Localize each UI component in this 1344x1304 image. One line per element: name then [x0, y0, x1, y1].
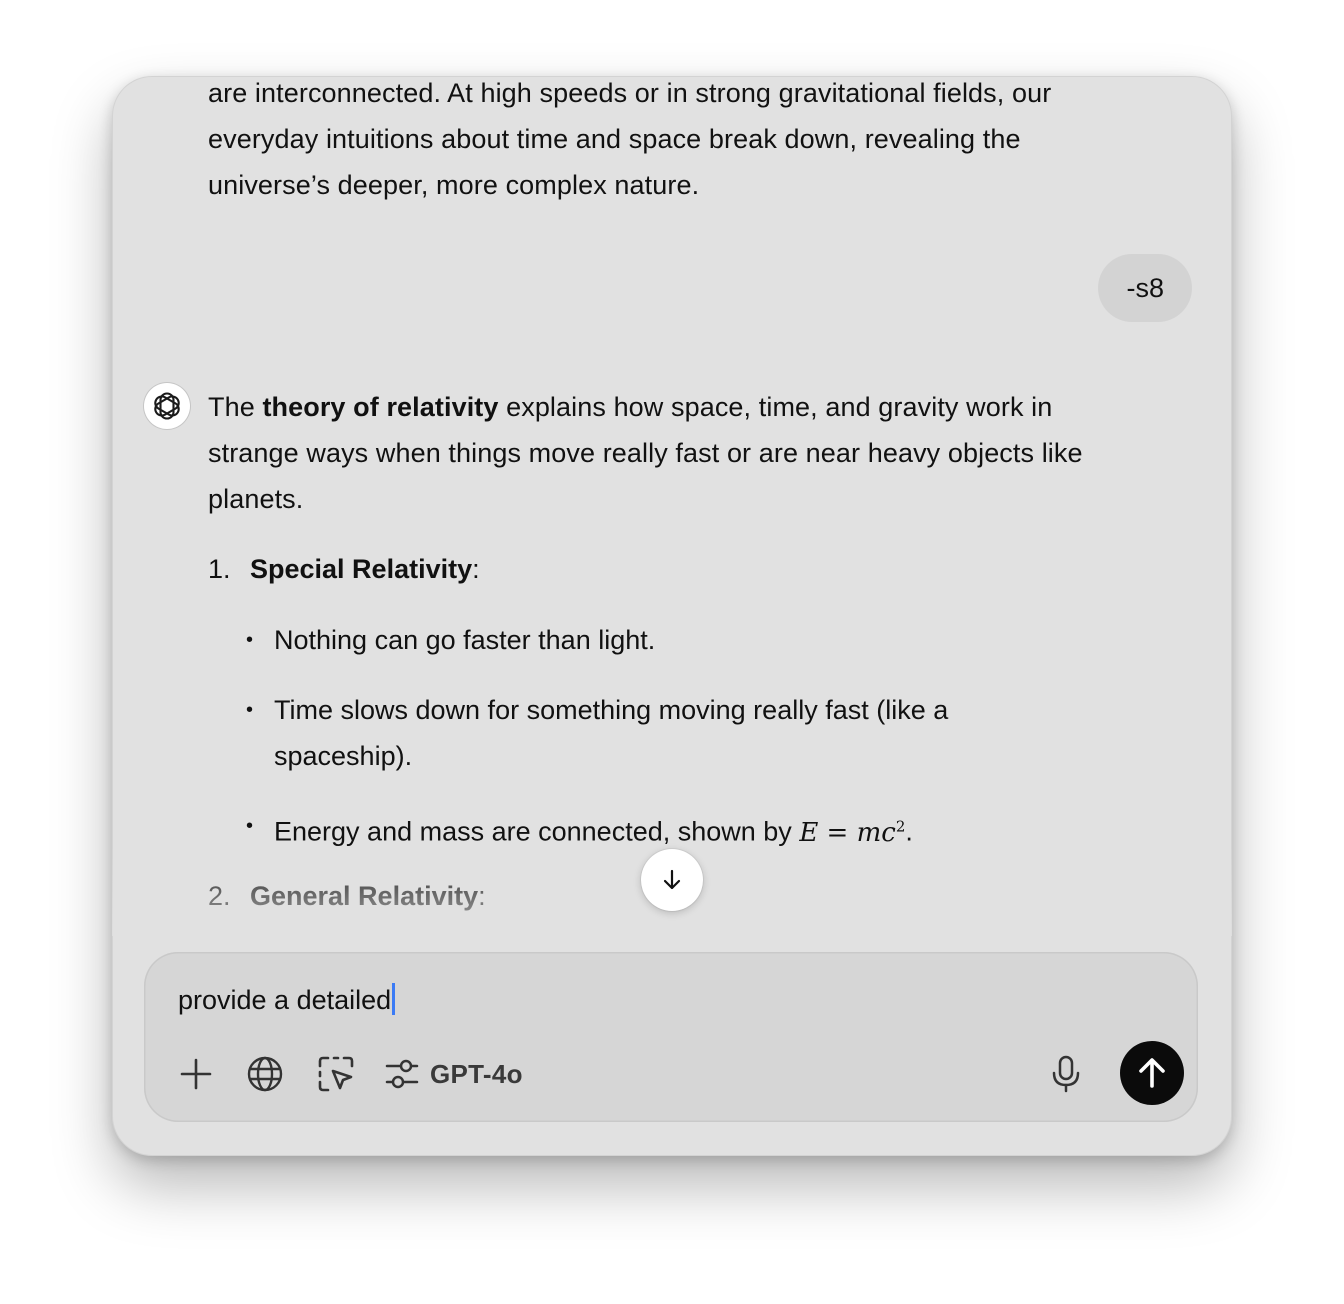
formula-exponent: 2: [895, 817, 906, 835]
chat-window: are interconnected. At high speeds or in…: [112, 76, 1232, 1156]
bullet-item: • Nothing can go faster than light.: [246, 617, 1066, 663]
model-label: GPT-4o: [430, 1058, 523, 1089]
message-input-value: provide a detailed: [178, 985, 392, 1015]
screen-select-button[interactable]: [315, 1052, 357, 1096]
user-message-bubble: -s8: [1098, 254, 1192, 322]
section-title-suffix: :: [478, 881, 486, 911]
intro-bold-term: theory of relativity: [262, 392, 499, 422]
bullet-text: Energy and mass are connected, shown by: [274, 816, 800, 847]
list-number: 1.: [208, 554, 231, 584]
bullet-item: • Energy and mass are connected, shown b…: [246, 803, 1066, 856]
openai-logo-icon: [154, 392, 180, 420]
list-number: 2.: [208, 881, 231, 911]
globe-icon: [247, 1056, 283, 1092]
math-formula: E = mc2: [799, 817, 906, 848]
bullet-text: Time slows down for something moving rea…: [274, 695, 949, 771]
formula-base: E = mc: [799, 817, 896, 848]
arrow-up-icon: [1139, 1058, 1165, 1088]
bullet-text: Nothing can go faster than light.: [274, 625, 656, 655]
previous-assistant-message: are interconnected. At high speeds or in…: [208, 78, 1052, 200]
bullet-dot: •: [246, 815, 254, 837]
bullet-dot: •: [246, 629, 254, 651]
web-search-button[interactable]: [244, 1052, 286, 1096]
section-title: Special Relativity: [250, 554, 473, 584]
list-item-special-relativity: 1. Special Relativity:: [208, 546, 480, 592]
list-item-general-relativity: 2. General Relativity:: [208, 873, 486, 919]
assistant-avatar: [144, 383, 190, 429]
scroll-to-bottom-button[interactable]: [641, 849, 703, 911]
conversation-scroll-area[interactable]: are interconnected. At high speeds or in…: [112, 76, 1232, 936]
text-caret: [392, 983, 396, 1015]
microphone-icon: [1052, 1055, 1080, 1093]
assistant-intro-paragraph: The theory of relativity explains how sp…: [208, 384, 1128, 522]
section-title-suffix: :: [472, 554, 480, 584]
plus-icon: [180, 1058, 212, 1090]
message-input[interactable]: provide a detailed: [178, 978, 396, 1022]
sliders-icon: [385, 1059, 419, 1089]
bullet-item: • Time slows down for something moving r…: [246, 687, 1066, 779]
model-selector-button[interactable]: GPT-4o: [384, 1052, 523, 1096]
message-composer: provide a detailed GPT-4o: [144, 952, 1198, 1122]
voice-input-button[interactable]: [1046, 1052, 1086, 1096]
intro-text-start: The: [208, 392, 263, 422]
send-button[interactable]: [1120, 1041, 1184, 1105]
dashed-select-cursor-icon: [318, 1056, 354, 1092]
formula-period: .: [905, 816, 913, 847]
arrow-down-icon: [663, 869, 681, 890]
section-title: General Relativity: [250, 881, 479, 911]
bullet-dot: •: [246, 699, 254, 721]
attach-button[interactable]: [176, 1052, 216, 1096]
bullet-text-with-formula: Energy and mass are connected, shown by …: [274, 803, 1066, 856]
